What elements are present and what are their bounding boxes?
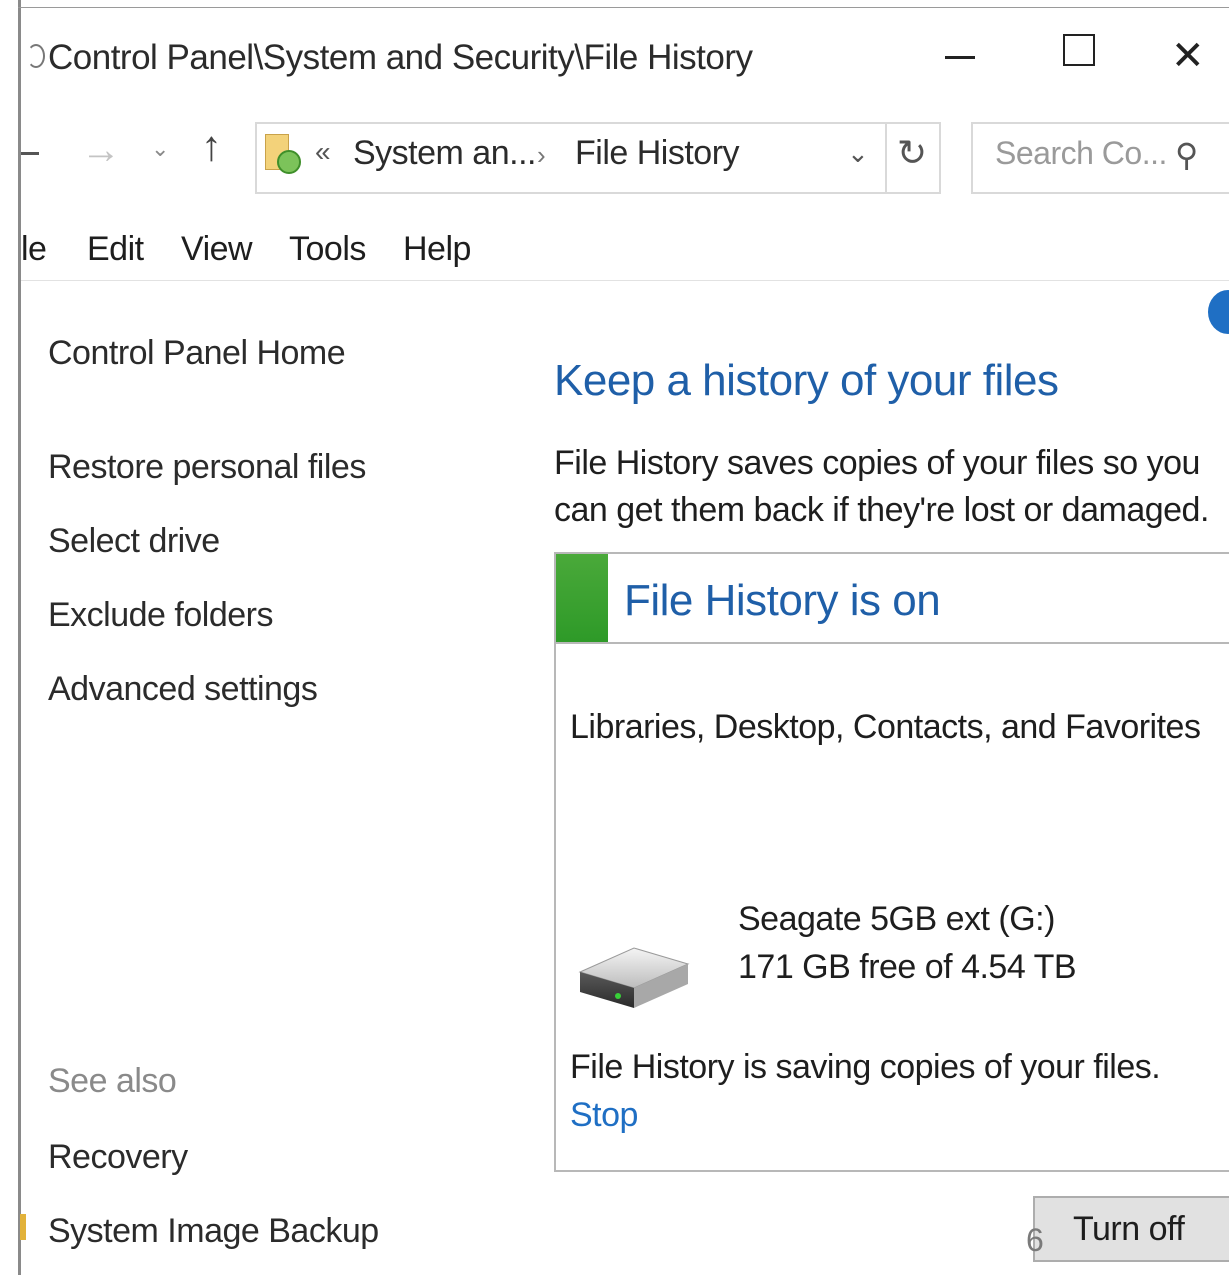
system-image-backup-link[interactable]: System Image Backup: [48, 1212, 379, 1251]
backup-sources-text: Libraries, Desktop, Contacts, and Favori…: [570, 708, 1201, 746]
recent-locations-chevron-icon[interactable]: ⌄: [151, 136, 169, 162]
advanced-settings-link[interactable]: Advanced settings: [48, 670, 318, 709]
see-also-heading: See also: [48, 1062, 177, 1100]
menu-edit[interactable]: Edit: [87, 230, 144, 269]
restore-personal-files-link[interactable]: Restore personal files: [48, 448, 366, 487]
forward-arrow-icon[interactable]: →: [81, 128, 121, 173]
file-history-icon: [265, 134, 301, 174]
system-image-backup-icon: [20, 1214, 26, 1240]
breadcrumb-file-history[interactable]: File History: [575, 134, 740, 173]
menu-view[interactable]: View: [181, 230, 253, 269]
drive-icon: [578, 947, 690, 1008]
control-panel-home-link[interactable]: Control Panel Home: [48, 334, 346, 373]
breadcrumb-separator-chevron-icon[interactable]: ›: [537, 140, 546, 171]
exclude-folders-link[interactable]: Exclude folders: [48, 596, 273, 635]
menu-bar: le Edit View Tools Help: [21, 218, 1229, 281]
turn-off-button[interactable]: Turn off: [1033, 1196, 1229, 1262]
breadcrumb-overflow[interactable]: «: [315, 136, 331, 168]
drive-free-space: 171 GB free of 4.54 TB: [738, 948, 1077, 986]
drive-name: Seagate 5GB ext (G:): [738, 900, 1055, 938]
navigation-bar: → ⌄ ↑ « System an... › File History ⌄ ↻ …: [21, 108, 1229, 198]
menu-tools[interactable]: Tools: [289, 230, 366, 269]
page-description: File History saves copies of your files …: [554, 444, 1209, 529]
address-bar[interactable]: « System an... › File History ⌄ ↻: [255, 122, 941, 194]
search-box[interactable]: ⚲: [971, 122, 1229, 194]
select-drive-link[interactable]: Select drive: [48, 522, 220, 561]
page-title: Keep a history of your files: [554, 356, 1059, 405]
maximize-icon[interactable]: [1059, 26, 1119, 86]
minimize-icon[interactable]: [941, 26, 1001, 86]
menu-file[interactable]: le: [21, 230, 47, 269]
help-icon[interactable]: [1208, 290, 1229, 334]
stop-link[interactable]: Stop: [570, 1096, 638, 1135]
file-history-status-panel: File History is on Libraries, Desktop, C…: [554, 552, 1229, 1172]
breadcrumb-system-and-security[interactable]: System an...: [353, 134, 536, 173]
menu-help[interactable]: Help: [403, 230, 471, 269]
back-arrow-icon[interactable]: [21, 152, 39, 155]
recovery-link[interactable]: Recovery: [48, 1138, 188, 1177]
status-header: File History is on: [556, 554, 1229, 644]
search-input[interactable]: [993, 134, 1177, 173]
page-number: 6: [1026, 1222, 1044, 1258]
refresh-icon[interactable]: ↻: [897, 132, 927, 174]
window-title: Control Panel\System and Security\File H…: [48, 38, 753, 77]
up-arrow-icon[interactable]: ↑: [201, 122, 222, 170]
window-icon: [27, 44, 45, 68]
status-indicator: [556, 554, 608, 642]
address-dropdown-icon[interactable]: ⌄: [847, 138, 869, 169]
address-divider: [885, 124, 887, 192]
status-title: File History is on: [624, 576, 941, 625]
search-icon[interactable]: ⚲: [1175, 136, 1198, 174]
title-bar[interactable]: Control Panel\System and Security\File H…: [21, 8, 1229, 94]
saving-status-text: File History is saving copies of your fi…: [570, 1048, 1161, 1086]
close-icon[interactable]: ✕: [1171, 26, 1229, 86]
